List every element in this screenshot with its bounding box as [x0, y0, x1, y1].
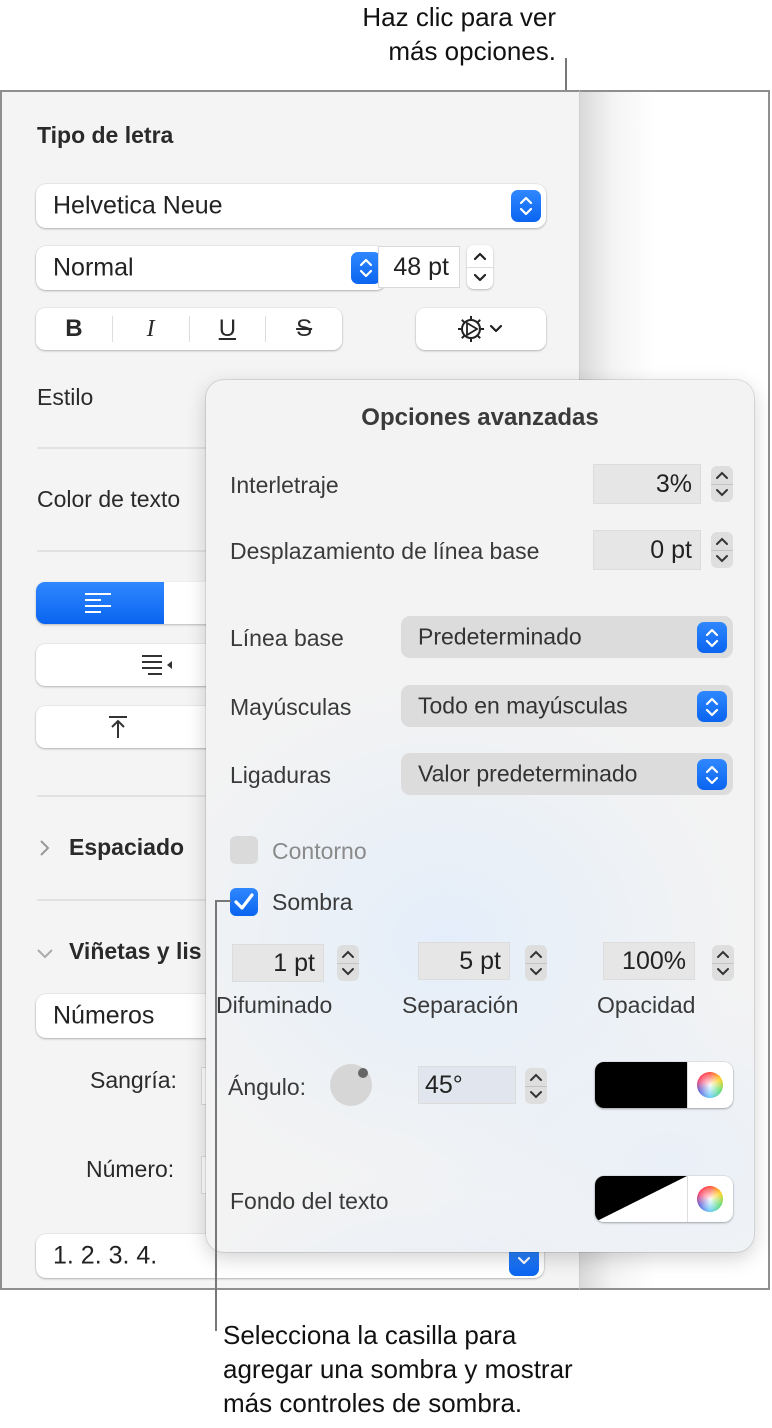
italic-button[interactable]: I — [113, 308, 189, 350]
capitalization-value: Todo en mayúsculas — [418, 692, 628, 719]
align-top-button[interactable] — [106, 714, 130, 745]
ligatures-label: Ligaduras — [230, 762, 332, 788]
character-spacing-stepper[interactable] — [711, 466, 733, 502]
outline-checkbox[interactable] — [230, 836, 258, 864]
font-family-value: Helvetica Neue — [53, 191, 223, 220]
decrease-indent-button[interactable] — [140, 652, 180, 683]
align-left-button[interactable] — [36, 582, 164, 624]
opacity-label: Opacidad — [597, 992, 696, 1018]
updown-chevron-icon — [351, 252, 381, 284]
italic-icon: I — [146, 315, 155, 342]
offset-value: 5 pt — [459, 946, 501, 975]
font-typeface-value: Normal — [53, 253, 134, 282]
ligatures-value: Valor predeterminado — [418, 760, 638, 787]
style-label: Estilo — [37, 384, 94, 410]
outline-label: Contorno — [272, 838, 367, 864]
list-type-value: Números — [53, 1001, 155, 1030]
character-spacing-field[interactable]: 3% — [593, 464, 701, 504]
underline-button[interactable]: U — [190, 308, 266, 350]
callout-shadow-checkbox: Selecciona la casilla para agregar una s… — [223, 1318, 683, 1420]
underline-icon: U — [218, 315, 237, 342]
ligatures-popup[interactable]: Valor predeterminado — [401, 753, 733, 795]
baseline-shift-stepper[interactable] — [711, 532, 733, 568]
character-spacing-label: Interletraje — [230, 472, 339, 498]
chevron-down-icon — [37, 949, 53, 959]
color-wheel-icon[interactable] — [697, 1186, 723, 1212]
checkmark-icon — [234, 893, 254, 910]
callout-line: más opciones. — [388, 36, 556, 66]
callout-line: Haz clic para ver — [362, 2, 556, 32]
align-left-icon — [85, 593, 111, 613]
blur-label: Difuminado — [216, 992, 333, 1018]
opacity-field[interactable]: 100% — [603, 942, 695, 980]
baseline-shift-label: Desplazamiento de línea base — [230, 538, 540, 564]
no-fill-swatch[interactable] — [595, 1176, 687, 1222]
offset-label: Separación — [402, 992, 519, 1018]
offset-stepper[interactable] — [525, 945, 547, 981]
shadow-label: Sombra — [272, 889, 353, 915]
text-style-buttons: B I U S — [36, 308, 342, 350]
font-size-value: 48 pt — [393, 252, 449, 281]
indent-label: Sangría: — [90, 1067, 177, 1093]
shadow-checkbox[interactable] — [230, 888, 258, 916]
updown-chevron-icon — [697, 691, 727, 722]
font-typeface-popup[interactable]: Normal — [36, 246, 386, 290]
number-label: Número: — [86, 1156, 175, 1182]
blur-stepper[interactable] — [337, 945, 359, 981]
number-format-value: 1. 2. 3. 4. — [53, 1241, 158, 1270]
blur-field[interactable]: 1 pt — [232, 944, 324, 982]
font-family-popup[interactable]: Helvetica Neue — [36, 184, 546, 228]
font-size-field[interactable]: 48 pt — [378, 246, 460, 288]
angle-field[interactable]: 45° — [418, 1066, 516, 1104]
opacity-stepper[interactable] — [712, 945, 734, 981]
strikethrough-icon: S — [296, 315, 313, 342]
baseline-shift-field[interactable]: 0 pt — [593, 530, 701, 570]
spacing-section-title: Espaciado — [69, 834, 185, 860]
chevron-down-icon — [489, 324, 503, 333]
capitalization-label: Mayúsculas — [230, 694, 352, 720]
capitalization-popup[interactable]: Todo en mayúsculas — [401, 685, 733, 727]
leader-line — [215, 900, 231, 902]
angle-stepper[interactable] — [525, 1068, 547, 1104]
angle-dial[interactable] — [330, 1064, 372, 1106]
updown-chevron-icon — [511, 190, 541, 222]
callout-line: más controles de sombra. — [223, 1388, 523, 1418]
callout-line: agregar una sombra y mostrar — [223, 1354, 573, 1384]
blur-value: 1 pt — [273, 948, 315, 977]
gear-icon — [458, 316, 503, 342]
angle-label: Ángulo: — [228, 1074, 307, 1100]
opacity-value: 100% — [622, 946, 686, 975]
popover-title: Opciones avanzadas — [361, 404, 599, 431]
font-size-stepper[interactable] — [467, 245, 493, 289]
strikethrough-button[interactable]: S — [266, 308, 342, 350]
text-background-color-well[interactable] — [595, 1176, 733, 1222]
baseline-label: Línea base — [230, 625, 344, 651]
advanced-options-popover: Opciones avanzadas Interletraje 3% Despl… — [206, 380, 754, 1252]
callout-more-options: Haz clic para ver más opciones. — [236, 0, 556, 68]
shadow-color-swatch[interactable] — [595, 1062, 687, 1108]
callout-line: Selecciona la casilla para — [223, 1320, 517, 1350]
character-spacing-value: 3% — [655, 469, 692, 498]
updown-chevron-icon — [697, 622, 727, 653]
align-top-icon — [109, 716, 127, 738]
angle-value: 45° — [425, 1070, 463, 1099]
bullets-section-title: Viñetas y lis — [69, 938, 202, 964]
bold-icon: B — [65, 315, 83, 342]
offset-field[interactable]: 5 pt — [418, 942, 510, 980]
color-wheel-icon[interactable] — [697, 1072, 723, 1098]
text-background-label: Fondo del texto — [230, 1188, 389, 1214]
baseline-value: Predeterminado — [418, 623, 582, 650]
advanced-options-button[interactable] — [416, 308, 546, 350]
baseline-popup[interactable]: Predeterminado — [401, 616, 733, 658]
baseline-shift-value: 0 pt — [650, 535, 692, 564]
angle-dial-knob — [358, 1068, 368, 1078]
decrease-indent-icon — [142, 655, 172, 675]
chevron-right-icon — [40, 840, 50, 856]
bold-button[interactable]: B — [36, 308, 112, 350]
leader-line — [215, 901, 217, 1331]
font-section-title: Tipo de letra — [37, 122, 174, 148]
shadow-color-well[interactable] — [595, 1062, 733, 1108]
text-color-label: Color de texto — [37, 486, 181, 512]
updown-chevron-icon — [697, 759, 727, 790]
